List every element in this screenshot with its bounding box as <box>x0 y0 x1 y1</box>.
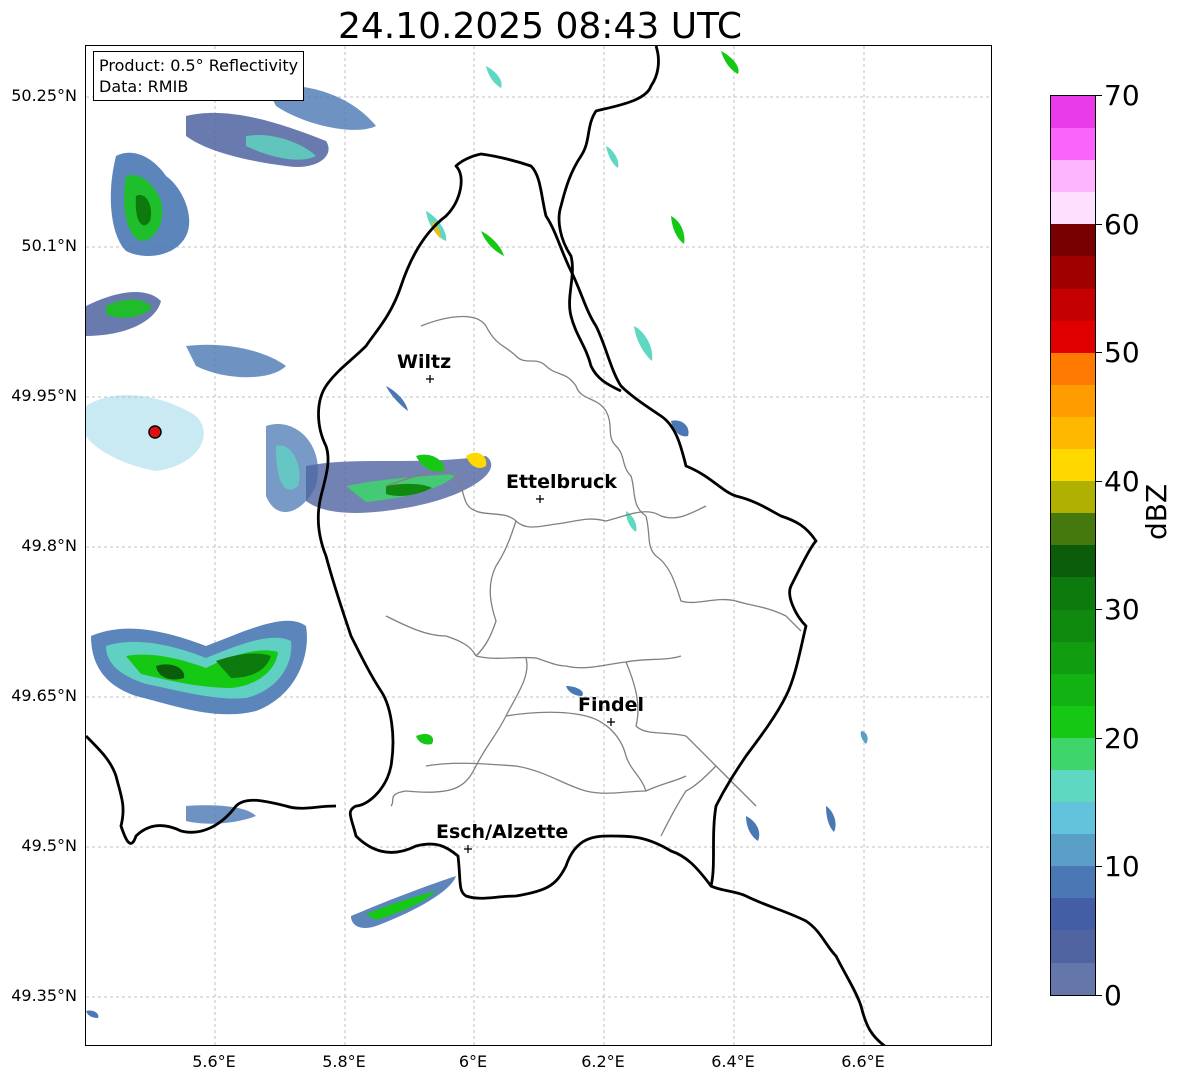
colorbar-unit-label: dBZ <box>1140 483 1173 540</box>
colorbar-tick-label: 60 <box>1104 208 1140 241</box>
colorbar-segment <box>1051 128 1095 161</box>
colorbar-segment <box>1051 481 1095 514</box>
lon-label: 6.2°E <box>581 1052 625 1071</box>
colorbar-segment <box>1051 834 1095 867</box>
colorbar-segment <box>1051 545 1095 578</box>
colorbar-tick-label: 40 <box>1104 465 1140 498</box>
lat-label: 49.35°N <box>11 986 77 1005</box>
data-source-label: Data: RMIB <box>99 77 189 96</box>
colorbar-tick-label: 70 <box>1104 79 1140 112</box>
gridlines <box>86 46 991 1045</box>
city-markers <box>426 375 615 853</box>
colorbar-segment <box>1051 609 1095 642</box>
city-label-ettelbruck: Ettelbruck <box>506 471 617 493</box>
lat-label: 50.25°N <box>11 86 77 105</box>
colorbar-segment <box>1051 384 1095 417</box>
district-boundaries <box>385 315 802 837</box>
colorbar-segment <box>1051 930 1095 963</box>
colorbar-segment <box>1051 962 1095 995</box>
colorbar-segment <box>1051 449 1095 482</box>
colorbar-segment <box>1051 705 1095 738</box>
colorbar-segment <box>1051 192 1095 225</box>
colorbar-segment <box>1051 320 1095 353</box>
colorbar-segment <box>1051 160 1095 193</box>
colorbar-segment <box>1051 641 1095 674</box>
lon-label: 5.8°E <box>322 1052 366 1071</box>
chart-title: 24.10.2025 08:43 UTC <box>337 6 743 47</box>
colorbar-segment <box>1051 769 1095 803</box>
lon-label: 6°E <box>458 1052 488 1071</box>
colorbar-segment <box>1051 224 1095 257</box>
lat-label: 49.5°N <box>21 836 77 855</box>
colorbar <box>1050 95 1096 996</box>
product-info-box: Product: 0.5° Reflectivity Data: RMIB <box>93 51 305 101</box>
colorbar-tick-label: 0 <box>1104 979 1122 1012</box>
lat-label: 49.65°N <box>11 686 77 705</box>
lon-label: 5.6°E <box>192 1052 236 1071</box>
colorbar-tick-label: 10 <box>1104 850 1140 883</box>
national-borders <box>86 46 886 1045</box>
colorbar-segment <box>1051 737 1095 770</box>
colorbar-segment <box>1051 898 1095 931</box>
lon-label: 6.6°E <box>841 1052 885 1071</box>
colorbar-segment <box>1051 802 1095 835</box>
colorbar-tick-label: 30 <box>1104 593 1140 626</box>
city-label-wiltz: Wiltz <box>397 351 452 373</box>
radar-echoes <box>86 51 868 1018</box>
lat-label: 49.8°N <box>21 536 77 555</box>
lat-label: 49.95°N <box>11 386 77 405</box>
radar-site-marker <box>148 425 162 439</box>
colorbar-segment <box>1051 513 1095 546</box>
colorbar-segment <box>1051 866 1095 899</box>
colorbar-segment <box>1051 288 1095 321</box>
colorbar-segment <box>1051 256 1095 289</box>
colorbar-tick-label: 20 <box>1104 722 1140 755</box>
city-label-findel: Findel <box>578 694 645 716</box>
colorbar-segment <box>1051 96 1095 129</box>
colorbar-tick-label: 50 <box>1104 336 1140 369</box>
colorbar-segment <box>1051 577 1095 610</box>
colorbar-segment <box>1051 352 1095 385</box>
lon-label: 6.4°E <box>711 1052 755 1071</box>
product-label: Product: 0.5° Reflectivity <box>99 56 299 75</box>
colorbar-segment <box>1051 673 1095 706</box>
colorbar-segment <box>1051 416 1095 450</box>
map-canvas <box>86 46 991 1045</box>
radar-map[interactable] <box>85 45 992 1046</box>
city-label-esch-alzette: Esch/Alzette <box>436 821 569 843</box>
lat-label: 50.1°N <box>21 236 77 255</box>
